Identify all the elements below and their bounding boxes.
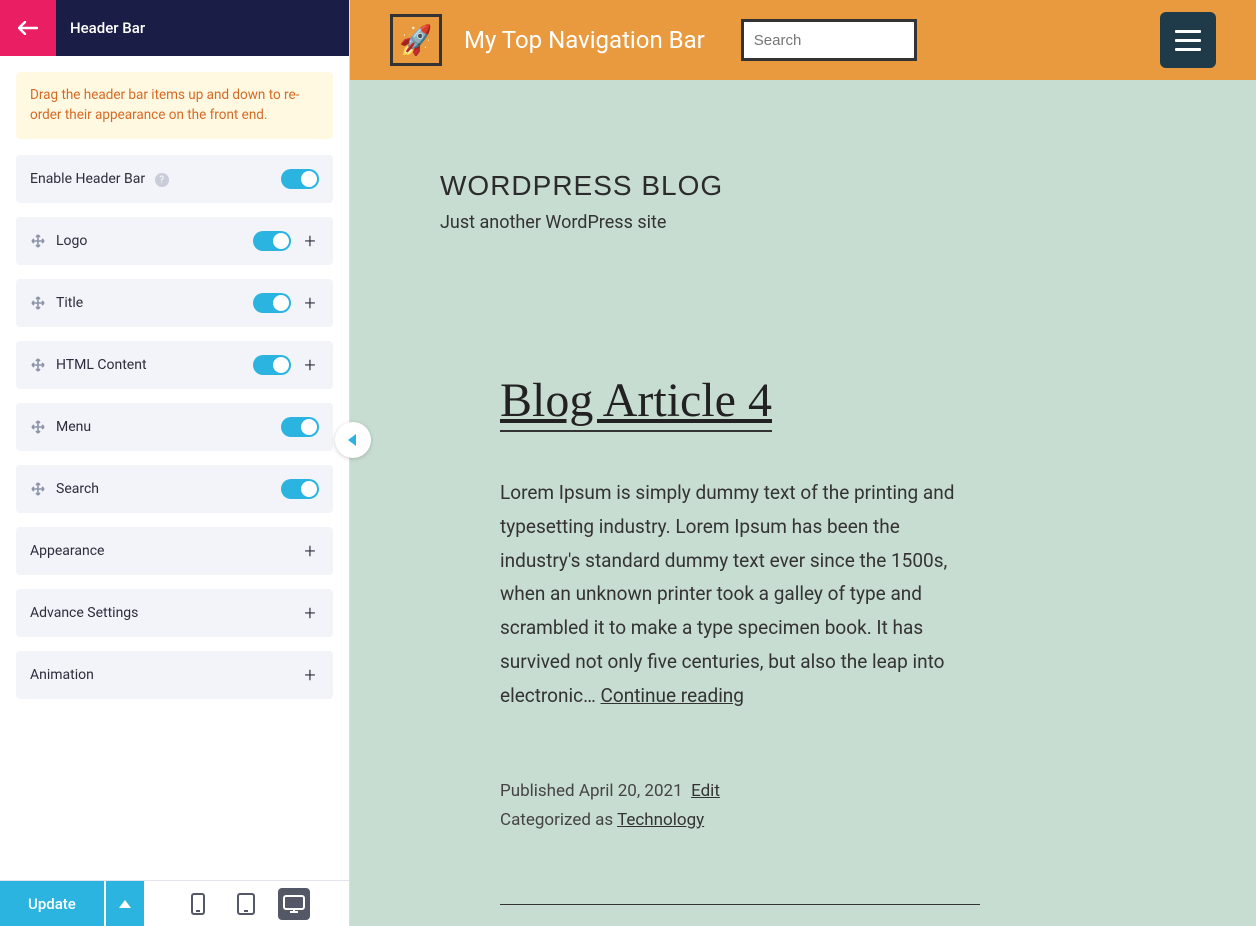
header-bar-preview: 🚀 My Top Navigation Bar [350,0,1256,80]
move-icon[interactable] [30,481,46,497]
search-toggle[interactable] [281,479,319,499]
triangle-left-icon [348,434,358,446]
sidebar-footer: Update [0,880,349,926]
sidebar-notice: Drag the header bar items up and down to… [16,72,333,139]
hamburger-icon [1175,30,1201,33]
plus-icon[interactable]: + [301,541,319,561]
item-row-search[interactable]: Search [16,465,333,513]
item-row-logo[interactable]: Logo + [16,217,333,265]
arrow-left-icon [18,21,38,35]
post-divider [500,904,980,905]
plus-icon[interactable]: + [301,231,319,251]
menu-toggle[interactable] [281,417,319,437]
logo-toggle[interactable] [253,231,291,251]
item-label: Title [56,295,243,311]
nav-title: My Top Navigation Bar [464,26,705,54]
move-icon[interactable] [30,419,46,435]
item-row-menu[interactable]: Menu [16,403,333,451]
device-desktop-button[interactable] [278,888,310,920]
site-logo[interactable]: 🚀 [390,14,442,66]
section-label: Advance Settings [30,605,291,621]
tablet-icon [237,893,255,915]
back-button[interactable] [0,0,56,56]
html-toggle[interactable] [253,355,291,375]
enable-header-label: Enable Header Bar ? [30,171,271,188]
section-advance[interactable]: Advance Settings + [16,589,333,637]
plus-icon[interactable]: + [301,293,319,313]
item-label: HTML Content [56,357,243,373]
device-tablet-button[interactable] [230,888,262,920]
move-icon[interactable] [30,233,46,249]
item-label: Search [56,481,271,497]
plus-icon[interactable]: + [301,665,319,685]
item-label: Logo [56,233,243,249]
continue-reading-link[interactable]: Continue reading [601,684,744,707]
sidebar-body: Drag the header bar items up and down to… [0,56,349,880]
sidebar-header: Header Bar [0,0,349,56]
section-animation[interactable]: Animation + [16,651,333,699]
update-button[interactable]: Update [0,881,104,926]
triangle-up-icon [119,900,131,908]
title-toggle[interactable] [253,293,291,313]
plus-icon[interactable]: + [301,355,319,375]
item-label: Menu [56,419,271,435]
item-row-title[interactable]: Title + [16,279,333,327]
question-icon[interactable]: ? [155,173,169,187]
move-icon[interactable] [30,357,46,373]
section-label: Animation [30,667,291,683]
mobile-icon [191,893,205,915]
menu-button[interactable] [1160,12,1216,68]
sidebar-title: Header Bar [56,19,145,37]
section-label: Appearance [30,543,291,559]
search-input[interactable] [741,19,917,61]
preview-pane: 🚀 My Top Navigation Bar WORDPRESS BLOG J… [350,0,1256,926]
settings-sidebar: Header Bar Drag the header bar items up … [0,0,350,926]
item-row-html[interactable]: HTML Content + [16,341,333,389]
desktop-icon [283,895,305,913]
plus-icon[interactable]: + [301,603,319,623]
site-header: WORDPRESS BLOG Just another WordPress si… [350,80,1256,233]
collapse-sidebar-button[interactable] [335,422,371,458]
move-icon[interactable] [30,295,46,311]
post-body: Lorem Ipsum is simply dummy text of the … [500,476,980,713]
device-preview-group [144,881,349,926]
post-date: April 20, 2021 [579,781,683,801]
enable-header-row: Enable Header Bar ? [16,155,333,203]
rocket-icon: 🚀 [397,22,435,58]
post-meta: Published April 20, 2021 Edit Categorize… [500,777,980,835]
update-expand-button[interactable] [106,881,144,926]
site-tagline: Just another WordPress site [440,212,1256,233]
category-link[interactable]: Technology [617,810,704,830]
device-mobile-button[interactable] [182,888,214,920]
edit-link[interactable]: Edit [691,781,720,801]
enable-header-toggle[interactable] [281,169,319,189]
site-title: WORDPRESS BLOG [440,170,1256,202]
section-appearance[interactable]: Appearance + [16,527,333,575]
post: Blog Article 4 Lorem Ipsum is simply dum… [350,233,1130,905]
post-title-link[interactable]: Blog Article 4 [500,373,772,432]
